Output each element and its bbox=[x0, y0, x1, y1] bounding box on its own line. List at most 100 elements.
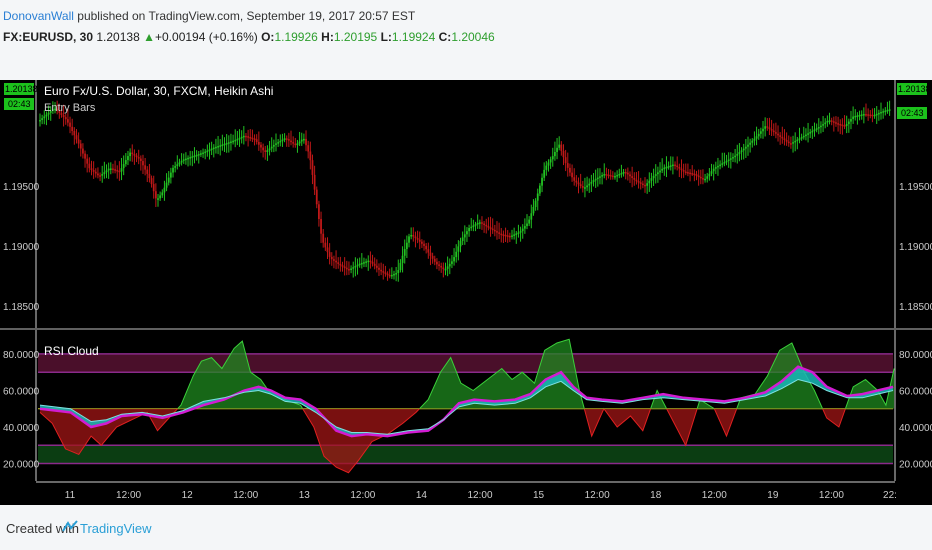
oversold-band bbox=[38, 445, 893, 464]
time-tick-label: 22: bbox=[883, 490, 897, 501]
candle-body bbox=[163, 187, 166, 193]
candle-body bbox=[560, 144, 563, 151]
candle-body bbox=[571, 172, 573, 178]
candle-body bbox=[620, 172, 623, 175]
candle-body bbox=[841, 124, 844, 127]
candle-body bbox=[573, 177, 576, 181]
candle-body bbox=[129, 152, 132, 157]
publish-text: published on TradingView.com, September … bbox=[77, 9, 416, 23]
candle-body bbox=[835, 122, 837, 124]
price-tick-label: 1.19500 bbox=[3, 182, 40, 193]
candle-body bbox=[687, 172, 689, 174]
candle-body bbox=[646, 183, 649, 186]
candle-body bbox=[629, 174, 631, 177]
candle-body bbox=[648, 180, 651, 184]
candle-body bbox=[99, 175, 101, 177]
rsi-tick-label: 80.0000 bbox=[3, 350, 40, 361]
candle-body bbox=[847, 121, 850, 125]
candle-body bbox=[266, 150, 269, 152]
candle-body bbox=[517, 232, 520, 234]
candle-body bbox=[131, 152, 134, 155]
candle-body bbox=[410, 234, 413, 237]
candle-body bbox=[451, 261, 453, 264]
candle-body bbox=[277, 142, 280, 144]
candle-body bbox=[581, 186, 584, 188]
candle-body bbox=[663, 167, 666, 170]
candle-body bbox=[481, 222, 483, 224]
candle-body bbox=[242, 135, 245, 138]
candle-body bbox=[193, 155, 196, 158]
candle-body bbox=[682, 170, 685, 172]
candle-body bbox=[491, 228, 494, 231]
time-tick-label: 12:00 bbox=[702, 490, 727, 501]
candle-body bbox=[680, 168, 683, 171]
candle-body bbox=[693, 173, 696, 176]
candle-body bbox=[873, 114, 876, 117]
open-value: 1.19926 bbox=[274, 30, 318, 44]
candle-body bbox=[757, 133, 760, 137]
candle-body bbox=[281, 139, 284, 142]
candle-body bbox=[463, 234, 466, 238]
candle-body bbox=[350, 268, 352, 270]
author-link[interactable]: DonovanWall bbox=[3, 9, 74, 23]
candle-body bbox=[506, 235, 509, 237]
candle-body bbox=[521, 228, 524, 232]
candle-body bbox=[275, 143, 277, 145]
candle-body bbox=[843, 125, 846, 127]
candle-body bbox=[322, 233, 325, 243]
candle-body bbox=[103, 172, 106, 174]
candle-body bbox=[341, 265, 344, 267]
candle-body bbox=[665, 166, 668, 169]
candle-body bbox=[474, 224, 477, 226]
candle-body bbox=[287, 139, 290, 141]
candle-body bbox=[708, 173, 711, 177]
high-value: 1.20195 bbox=[333, 30, 378, 44]
candle-body bbox=[691, 173, 694, 175]
candle-body bbox=[200, 153, 202, 155]
candle-body bbox=[227, 142, 230, 144]
chart-area[interactable]: 1.19500 1.19000 1.18500 1.19500 1.19000 1.18… bbox=[0, 80, 932, 505]
tradingview-brand[interactable]: TradingView bbox=[80, 521, 152, 536]
candle-body bbox=[172, 167, 174, 173]
candle-body bbox=[624, 171, 627, 174]
candle-body bbox=[405, 242, 408, 249]
candle-body bbox=[678, 167, 681, 169]
candle-body bbox=[403, 249, 406, 256]
candle-body bbox=[792, 142, 794, 144]
candle-body bbox=[320, 219, 322, 234]
candle-body bbox=[618, 174, 621, 176]
candle-body bbox=[654, 174, 657, 176]
candle-body bbox=[626, 172, 629, 175]
time-tick-label: 12:00 bbox=[350, 490, 375, 501]
candle-body bbox=[412, 234, 415, 237]
candle-body bbox=[584, 187, 586, 189]
quote-line: FX:EURUSD, 30 1.20138 ▲+0.00194 (+0.16%)… bbox=[3, 30, 495, 44]
candle-body bbox=[549, 159, 552, 163]
candle-body bbox=[448, 263, 451, 267]
candle-body bbox=[470, 226, 473, 229]
candle-body bbox=[423, 243, 425, 246]
candle-body bbox=[871, 114, 874, 117]
price-tick-label: 1.19000 bbox=[899, 242, 932, 253]
candle-body bbox=[554, 152, 556, 157]
candle-body bbox=[354, 265, 357, 268]
publish-line: DonovanWall published on TradingView.com… bbox=[3, 9, 415, 23]
candle-body bbox=[146, 169, 149, 174]
candle-body bbox=[528, 219, 531, 224]
candle-body bbox=[489, 227, 492, 229]
candle-body bbox=[208, 149, 211, 152]
candle-body bbox=[564, 157, 567, 164]
candle-body bbox=[221, 144, 224, 147]
footer: Created with TradingView bbox=[0, 505, 932, 550]
candle-body bbox=[150, 178, 153, 185]
candle-body bbox=[270, 146, 273, 149]
candle-body bbox=[656, 172, 659, 175]
candle-body bbox=[669, 165, 672, 167]
candle-body bbox=[152, 184, 155, 192]
candle-body bbox=[607, 174, 610, 177]
candle-body bbox=[594, 178, 597, 181]
candle-body bbox=[429, 252, 432, 256]
candle-body bbox=[84, 153, 86, 159]
candle-body bbox=[869, 114, 872, 117]
candle-body bbox=[386, 273, 389, 276]
